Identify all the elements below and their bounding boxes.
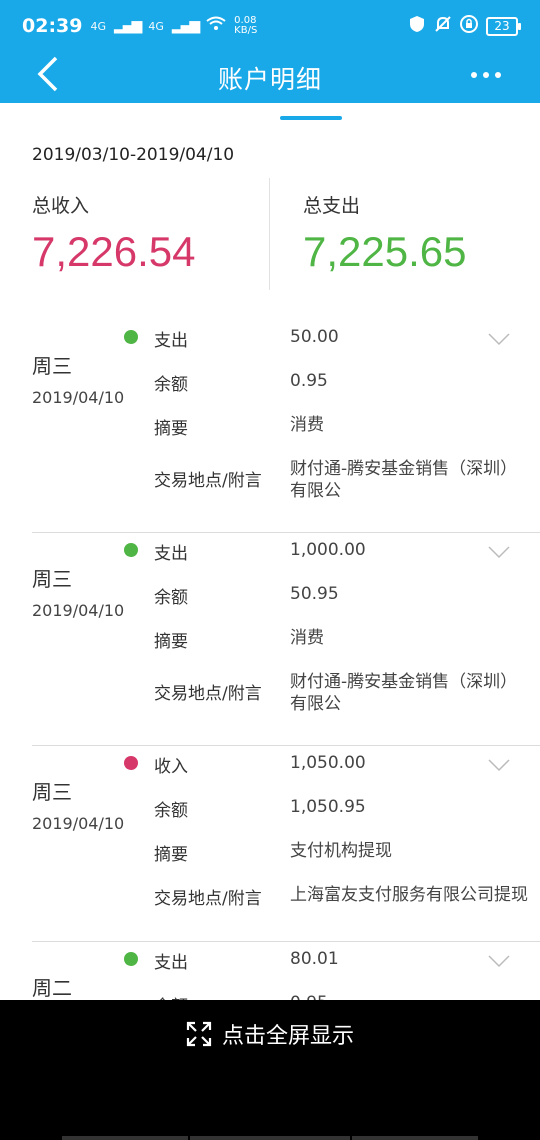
- fullscreen-label: 点击全屏显示: [221, 1024, 354, 1049]
- place-label: 交易地点/附言: [154, 471, 262, 491]
- balance-value: 0.95: [290, 371, 328, 391]
- income-summary: 总收入 7,226.54: [32, 175, 196, 276]
- expense-summary: 总支出 7,225.65: [303, 175, 467, 276]
- record-date: 2019/04/10: [32, 814, 125, 833]
- record-type: 支出: [154, 544, 188, 564]
- net-speed-unit: KB/S: [234, 25, 258, 36]
- shield-icon: [408, 15, 426, 38]
- place-label: 交易地点/附言: [154, 684, 262, 704]
- record-weekday: 周三: [32, 354, 72, 378]
- signal-icon: ▂▄▆: [114, 18, 142, 34]
- balance-label: 余额: [154, 588, 188, 608]
- tab-indicator: [280, 116, 342, 120]
- header-bar: 02:39 4G ▂▄▆ 4G ▂▄▆ 0.08 KB/S 23 账户明细: [0, 0, 540, 103]
- fullscreen-button[interactable]: 点击全屏显示: [0, 1014, 540, 1054]
- place-label: 交易地点/附言: [154, 889, 262, 909]
- place-value: 财付通-腾安基金销售（深圳）有限公: [290, 459, 518, 501]
- record-weekday: 周三: [32, 780, 72, 804]
- chevron-down-icon[interactable]: [488, 758, 510, 772]
- place-value: 财付通-腾安基金销售（深圳）有限公: [290, 672, 518, 714]
- record-weekday: 周二: [32, 976, 72, 1000]
- place-value: 上海富友支付服务有限公司提现: [290, 885, 528, 905]
- nav-indicator: [190, 1136, 350, 1140]
- expand-icon: [186, 1021, 212, 1047]
- net-speed: 0.08 KB/S: [234, 16, 257, 36]
- transaction-record[interactable]: 周三 2019/04/10 支出 1,000.00 余额 50.95 摘要 消费…: [0, 533, 540, 746]
- expense-label: 总支出: [303, 195, 361, 217]
- status-bar: 02:39 4G ▂▄▆ 4G ▂▄▆ 0.08 KB/S 23: [0, 0, 540, 52]
- record-type: 支出: [154, 331, 188, 351]
- balance-label: 余额: [154, 375, 188, 395]
- summary-divider: [269, 178, 270, 290]
- balance-value: 1,050.95: [290, 797, 366, 817]
- nav-indicator: [352, 1136, 478, 1140]
- more-dot-icon: [483, 72, 489, 78]
- chevron-down-icon[interactable]: [488, 954, 510, 968]
- summary-value: 消费: [290, 415, 324, 435]
- status-time: 02:39: [22, 15, 83, 37]
- mute-bell-icon: [434, 15, 452, 38]
- transaction-record[interactable]: 周三 2019/04/10 收入 1,050.00 余额 1,050.95 摘要…: [0, 746, 540, 942]
- fullscreen-bar: 点击全屏显示: [0, 1000, 540, 1140]
- income-label: 总收入: [32, 195, 90, 217]
- signal-icon-2: ▂▄▆: [171, 18, 200, 34]
- chevron-down-icon[interactable]: [488, 545, 510, 559]
- record-weekday: 周三: [32, 567, 72, 591]
- network-type-1: 4G: [90, 19, 107, 33]
- summary-value: 消费: [290, 628, 324, 648]
- more-dot-icon: [471, 72, 477, 78]
- date-range: 2019/03/10-2019/04/10: [32, 145, 235, 165]
- income-dot-icon: [124, 756, 138, 770]
- back-button[interactable]: [28, 54, 68, 94]
- expense-value: 7,225.65: [303, 228, 467, 275]
- page-title: 账户明细: [217, 64, 322, 94]
- lock-icon: [460, 14, 478, 38]
- expense-dot-icon: [124, 330, 138, 344]
- network-type-2: 4G: [148, 19, 164, 33]
- summary-label: 摘要: [154, 419, 188, 439]
- summary-label: 摘要: [154, 845, 188, 865]
- expense-dot-icon: [124, 543, 138, 557]
- more-options-button[interactable]: [466, 60, 506, 90]
- transaction-record[interactable]: 周三 2019/04/10 支出 50.00 余额 0.95 摘要 消费 交易地…: [0, 320, 540, 533]
- chevron-down-icon[interactable]: [488, 332, 510, 346]
- income-value: 7,226.54: [32, 228, 196, 275]
- record-type: 支出: [154, 953, 188, 973]
- record-date: 2019/04/10: [32, 601, 125, 620]
- battery-icon: 23: [486, 16, 521, 36]
- summary-value: 支付机构提现: [290, 841, 392, 861]
- nav-bar: 账户明细: [0, 52, 540, 103]
- record-date: 2019/04/10: [32, 388, 125, 407]
- summary-label: 摘要: [154, 632, 188, 652]
- balance-label: 余额: [154, 801, 188, 821]
- expense-dot-icon: [124, 952, 138, 966]
- balance-value: 50.95: [290, 584, 339, 604]
- record-type: 收入: [154, 757, 188, 777]
- nav-indicator: [62, 1136, 188, 1140]
- summary-panel: 总收入 7,226.54 总支出 7,225.65: [0, 175, 540, 295]
- more-dot-icon: [495, 72, 501, 78]
- chevron-left-icon: [37, 56, 58, 92]
- wifi-icon: [206, 16, 226, 37]
